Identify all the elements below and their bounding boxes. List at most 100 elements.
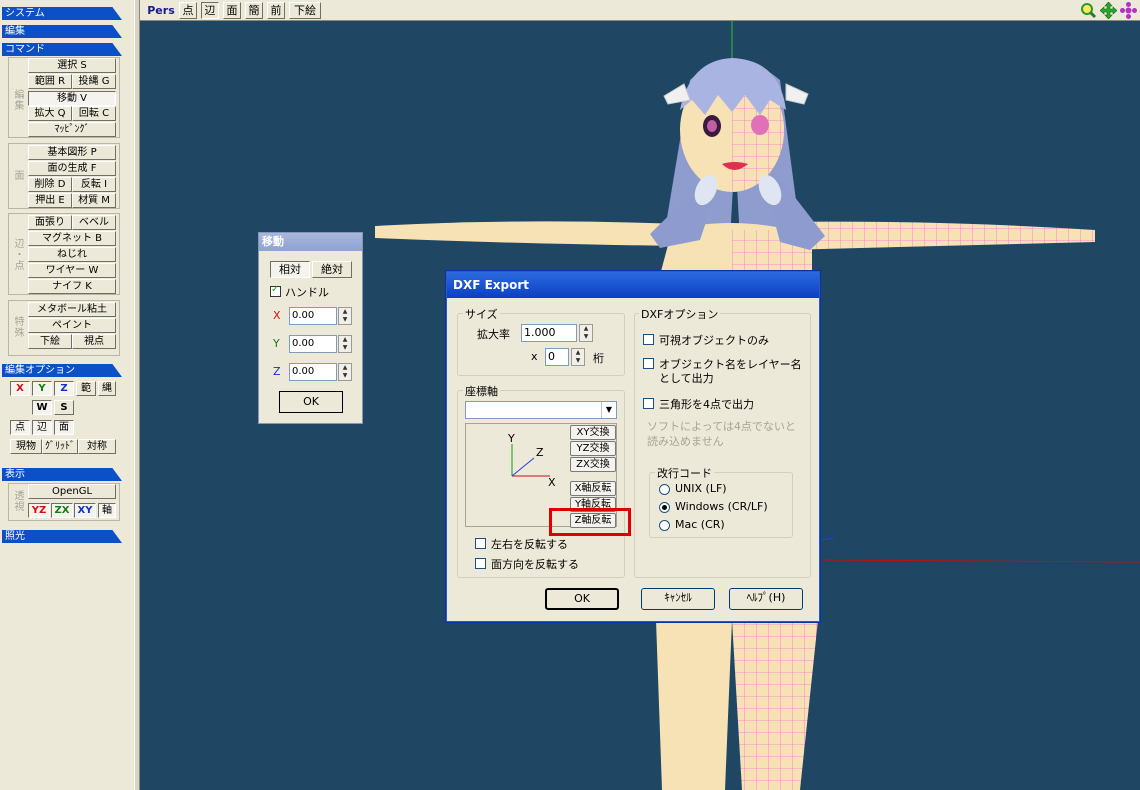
s-toggle[interactable]: S [54,400,74,415]
lasso-option-toggle[interactable]: 縄 [98,381,116,396]
axis-toggle[interactable]: 軸 [98,503,116,518]
paint-button[interactable]: ペイント [28,318,116,333]
underlay-button[interactable]: 下絵 [28,334,72,349]
swap-yz-button[interactable]: YZ交換 [570,441,616,456]
relative-button[interactable]: 相対 [270,261,310,278]
view-toolbar: Pers 点 辺 面 簡 前 下絵 [140,0,1140,21]
newline-mac-radio[interactable] [659,520,670,531]
simple-toggle[interactable]: 簡 [245,2,263,19]
size-group [457,313,625,376]
section-display[interactable]: 表示 [2,468,122,481]
triangle-4pts-checkbox[interactable] [643,398,654,409]
range-option-toggle[interactable]: 範 [76,381,96,396]
underlay-toggle[interactable]: 下絵 [289,2,321,19]
zx-view-button[interactable]: ZX [51,503,73,518]
symmetry-button[interactable]: 対称 [78,439,116,454]
axis-preset-select[interactable] [465,401,617,419]
z-axis-toggle[interactable]: Z [54,381,74,396]
handle-checkbox[interactable] [270,284,281,297]
move-button[interactable]: 移動 V [28,91,116,106]
rotate-button[interactable]: 回転 C [72,106,116,121]
delete-button[interactable]: 削除 D [28,177,72,192]
z-label: Z [273,365,281,378]
dxf-dialog-title[interactable]: DXF Export [447,272,819,298]
x-spinner[interactable]: ▲ ▼ [338,307,352,325]
dxf-options-legend: DXFオプション [639,306,721,322]
invert-button[interactable]: 反転 I [72,177,116,192]
section-lighting[interactable]: 照光 [2,530,122,543]
yz-view-button[interactable]: YZ [28,503,50,518]
wire-button[interactable]: ワイヤー W [28,263,116,278]
dxf-cancel-button[interactable]: ｷｬﾝｾﾙ [641,588,715,610]
newline-mac-label: Mac (CR) [675,518,725,531]
object-as-layer-checkbox[interactable] [643,358,654,369]
rotate-view-icon[interactable] [1120,2,1137,19]
dxf-ok-button[interactable]: OK [545,588,619,610]
dxf-help-button[interactable]: ﾍﾙﾌﾟ(H) [729,588,803,610]
knife-button[interactable]: ナイフ K [28,279,116,294]
swap-zx-button[interactable]: ZX交換 [570,457,616,472]
section-system[interactable]: システム [2,7,122,20]
x-axis-toggle[interactable]: X [10,381,30,396]
visible-only-checkbox[interactable] [643,334,654,345]
newline-unix-radio[interactable] [659,484,670,495]
point-toggle[interactable]: 点 [10,420,30,435]
scale-spinner[interactable]: ▲ ▼ [579,324,593,342]
move-ok-button[interactable]: OK [279,391,343,413]
swap-xy-button[interactable]: XY交換 [570,425,616,440]
move-panel-title[interactable]: 移動 [259,233,362,251]
material-button[interactable]: 材質 M [72,193,116,208]
flip-x-button[interactable]: X軸反転 [570,481,616,496]
newline-windows-label: Windows (CR/LF) [675,500,768,513]
flip-face-checkbox[interactable] [475,558,486,569]
viewpoint-button[interactable]: 視点 [72,334,116,349]
bevel-face-button[interactable]: 面張り [28,215,72,230]
section-edit[interactable]: 編集 [2,25,122,38]
y-axis-toggle[interactable]: Y [32,381,52,396]
scale-button[interactable]: 拡大 Q [28,106,72,121]
show-edge-toggle[interactable]: 辺 [201,2,219,19]
mirror-lr-checkbox[interactable] [475,538,486,549]
create-face-button[interactable]: 面の生成 F [28,161,116,176]
extrude-button[interactable]: 押出 E [28,193,72,208]
newline-windows-radio[interactable] [659,502,670,513]
mapping-button[interactable]: ﾏｯﾋﾟﾝｸﾞ [28,122,116,137]
bevel-button[interactable]: ベベル [72,215,116,230]
pers-toggle[interactable]: Pers [146,2,176,19]
vlabel-edit: 編集 [12,89,23,111]
opengl-button[interactable]: OpenGL [28,484,116,499]
section-edit-options[interactable]: 編集オプション [2,364,122,377]
diagram-z-label: Z [536,446,544,459]
zoom-icon[interactable] [1080,2,1097,19]
primitive-button[interactable]: 基本図形 P [28,145,116,160]
absolute-button[interactable]: 絶対 [312,261,352,278]
y-value-field[interactable]: 0.00 [289,335,337,353]
grid-button[interactable]: ｸﾞﾘｯﾄﾞ [42,439,78,454]
select-button[interactable]: 選択 S [28,58,116,73]
scale-label: 拡大率 [477,328,510,341]
z-spinner[interactable]: ▲ ▼ [338,363,352,381]
magnet-button[interactable]: マグネット B [28,231,116,246]
digits-input[interactable]: 0 [545,348,569,366]
pan-icon[interactable] [1099,1,1118,20]
x-value-field[interactable]: 0.00 [289,307,337,325]
face-toggle[interactable]: 面 [54,420,74,435]
xy-view-button[interactable]: XY [74,503,96,518]
metaball-button[interactable]: メタボール粘土 [28,302,116,317]
lasso-button[interactable]: 投縄 G [72,74,116,89]
z-value-field[interactable]: 0.00 [289,363,337,381]
w-toggle[interactable]: W [32,400,52,415]
show-face-toggle[interactable]: 面 [223,2,241,19]
digits-spinner[interactable]: ▲ ▼ [571,348,585,366]
section-command[interactable]: コマンド [2,43,122,56]
scale-input[interactable]: 1.000 [521,324,577,342]
twist-button[interactable]: ねじれ [28,247,116,262]
edge-toggle[interactable]: 辺 [32,420,52,435]
chevron-down-icon[interactable]: ▼ [601,402,616,418]
show-point-toggle[interactable]: 点 [179,2,197,19]
current-object-button[interactable]: 現物 [10,439,42,454]
range-button[interactable]: 範囲 R [28,74,72,89]
front-toggle[interactable]: 前 [267,2,285,19]
y-spinner[interactable]: ▲ ▼ [338,335,352,353]
axis-legend: 座標軸 [463,383,500,399]
